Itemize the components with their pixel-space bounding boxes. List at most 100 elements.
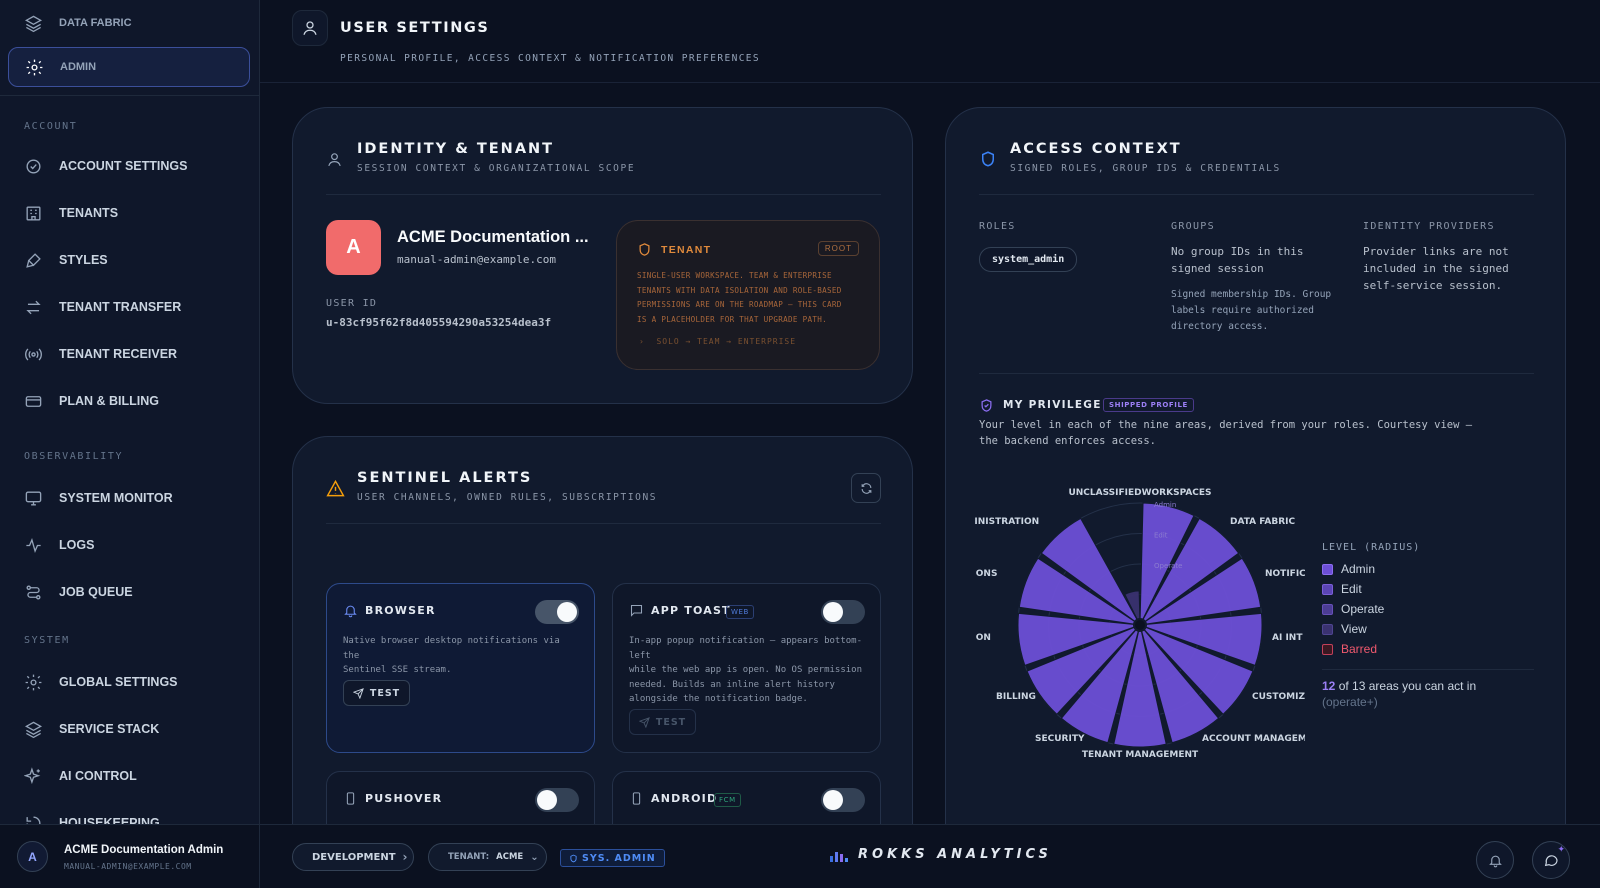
environment-selector[interactable]: DEVELOPMENT › bbox=[292, 843, 414, 871]
profile-name: ACME Documentation ... bbox=[397, 228, 589, 246]
sidebar-item-tenant-receiver[interactable]: TENANT RECEIVER bbox=[8, 334, 250, 374]
sidebar-item-plan-billing[interactable]: PLAN & BILLING bbox=[8, 381, 250, 421]
pushover-toggle[interactable] bbox=[535, 788, 579, 812]
toggle-knob bbox=[823, 790, 843, 810]
axis-label: UNCLASSIFIEDWORKSPACES bbox=[1068, 488, 1211, 498]
idp-line: Provider links are not bbox=[1363, 245, 1509, 258]
user-icon bbox=[328, 153, 341, 167]
sidebar-item-ai-control[interactable]: AI CONTROL bbox=[8, 756, 250, 796]
groups-line: No group IDs in this bbox=[1171, 245, 1304, 258]
sidebar-item-label: TENANT TRANSFER bbox=[59, 300, 182, 314]
legend-label: Barred bbox=[1341, 642, 1378, 656]
legend-swatch bbox=[1322, 583, 1333, 595]
bottom-bar: DEVELOPMENT › TENANT: ACME ⌄ SYS. ADMIN … bbox=[260, 824, 1600, 888]
bell-icon bbox=[344, 605, 357, 618]
notifications-button[interactable] bbox=[1476, 841, 1514, 879]
sidebar-item-global-settings[interactable]: GLOBAL SETTINGS bbox=[8, 662, 250, 702]
sidebar-item-data-fabric[interactable]: DATA FABRIC bbox=[8, 3, 250, 43]
sidebar-item-label: PLAN & BILLING bbox=[59, 394, 159, 408]
warning-icon bbox=[326, 479, 345, 497]
divider bbox=[326, 194, 881, 195]
sidebar-item-account-settings[interactable]: ACCOUNT SETTINGS bbox=[8, 146, 250, 186]
legend-item-barred: Barred bbox=[1322, 642, 1377, 656]
refresh-button[interactable] bbox=[851, 473, 881, 503]
sidebar-item-tenants[interactable]: TENANTS bbox=[8, 193, 250, 233]
test-button[interactable]: TEST bbox=[343, 680, 410, 706]
channel-title: BROWSER bbox=[365, 604, 436, 617]
sidebar-item-label: TENANTS bbox=[59, 206, 119, 220]
test-label: TEST bbox=[655, 716, 687, 728]
workflow-icon bbox=[26, 584, 41, 600]
privilege-desc-line: Your level in each of the nine areas, de… bbox=[979, 419, 1473, 431]
user-id-label: USER ID bbox=[326, 298, 378, 309]
channel-title: ANDROID bbox=[651, 792, 718, 805]
sparkles-icon bbox=[24, 766, 41, 784]
tenant-label: TENANT: bbox=[448, 852, 490, 862]
axis-label: NOTIFIC bbox=[1265, 569, 1305, 579]
sidebar-user-footer[interactable]: A ACME Documentation Admin MANUAL-ADMIN@… bbox=[0, 824, 259, 888]
tenant-card: TENANT ROOT SINGLE-USER WORKSPACE. TEAM … bbox=[616, 220, 880, 370]
idp-line: self-service session. bbox=[1363, 279, 1503, 292]
privilege-title: MY PRIVILEGE bbox=[1003, 399, 1102, 411]
legend-title: LEVEL (RADIUS) bbox=[1322, 542, 1421, 553]
refresh-icon bbox=[861, 482, 871, 494]
shield-icon bbox=[639, 243, 650, 256]
profile-email: manual-admin@example.com bbox=[397, 253, 556, 266]
channel-app-toast: APP TOAST WEB In-app popup notification … bbox=[612, 583, 881, 753]
chat-button[interactable]: ✦ bbox=[1532, 841, 1570, 879]
card-subtitle: SIGNED ROLES, GROUP IDS & CREDENTIALS bbox=[1010, 163, 1281, 174]
avatar: A bbox=[17, 841, 48, 872]
groups-note-line: labels require authorized bbox=[1171, 305, 1314, 316]
sidebar-item-admin[interactable]: ADMIN bbox=[8, 47, 250, 87]
browser-toggle[interactable] bbox=[535, 600, 579, 624]
toggle-knob bbox=[537, 790, 557, 810]
shield-check-icon bbox=[981, 399, 992, 412]
android-toggle[interactable] bbox=[821, 788, 865, 812]
tenant-line: IS A PLACEHOLDER FOR THAT UPGRADE PATH. bbox=[637, 314, 828, 324]
shield-icon bbox=[570, 854, 577, 862]
page-header: USER SETTINGS PERSONAL PROFILE, ACCESS C… bbox=[260, 0, 1600, 83]
groups-label: GROUPS bbox=[1171, 221, 1215, 232]
sidebar-item-service-stack[interactable]: SERVICE STACK bbox=[8, 709, 250, 749]
sidebar-item-logs[interactable]: LOGS bbox=[8, 525, 250, 565]
tick-label: Edit bbox=[1154, 532, 1168, 540]
tenant-upgrade-path: › SOLO → TEAM → ENTERPRISE bbox=[639, 337, 796, 346]
gear-icon bbox=[25, 674, 42, 690]
section-label-observability: OBSERVABILITY bbox=[24, 451, 124, 462]
channel-title: APP TOAST bbox=[651, 604, 731, 617]
sidebar-item-label: STYLES bbox=[59, 253, 108, 267]
sidebar: DATA FABRIC ADMIN ACCOUNT ACCOUNT SETTIN… bbox=[0, 0, 260, 888]
fcm-badge: FCM bbox=[714, 793, 741, 807]
sidebar-item-tenant-transfer[interactable]: TENANT TRANSFER bbox=[8, 287, 250, 327]
toggle-knob bbox=[823, 602, 843, 622]
brand-name: ROKKS ANALYTICS bbox=[858, 847, 1052, 862]
card-title: ACCESS CONTEXT bbox=[1010, 141, 1182, 157]
card-title: IDENTITY & TENANT bbox=[357, 141, 555, 157]
test-button[interactable]: TEST bbox=[629, 709, 696, 735]
sidebar-item-system-monitor[interactable]: SYSTEM MONITOR bbox=[8, 478, 250, 518]
gear-icon bbox=[26, 59, 43, 75]
upgrade-path-text: SOLO → TEAM → ENTERPRISE bbox=[656, 337, 797, 346]
sidebar-item-job-queue[interactable]: JOB QUEUE bbox=[8, 572, 250, 612]
legend-item-operate: Operate bbox=[1322, 602, 1384, 616]
legend-label: Edit bbox=[1341, 582, 1362, 596]
layers-icon bbox=[24, 15, 43, 32]
user-name: ACME Documentation Admin bbox=[64, 844, 224, 856]
groups-note-line: directory access. bbox=[1171, 321, 1269, 332]
toggle-knob bbox=[557, 602, 577, 622]
divider bbox=[326, 523, 881, 524]
role-badge: SYS. ADMIN bbox=[560, 849, 665, 867]
legend-swatch bbox=[1322, 623, 1333, 635]
axis-label: CUSTOMIZ bbox=[1252, 692, 1305, 702]
app-toast-toggle[interactable] bbox=[821, 600, 865, 624]
groups-text: No group IDs in this signed session bbox=[1171, 243, 1303, 277]
sidebar-item-label: JOB QUEUE bbox=[59, 585, 133, 599]
tenant-selector[interactable]: TENANT: ACME ⌄ bbox=[428, 843, 547, 871]
axis-label: DMINISTRATION bbox=[975, 517, 1039, 527]
tenant-value: ACME bbox=[496, 852, 524, 862]
sidebar-item-styles[interactable]: STYLES bbox=[8, 240, 250, 280]
tenant-line: PERMISSIONS ARE ON THE ROADMAP — THIS CA… bbox=[637, 300, 842, 309]
divider bbox=[1322, 669, 1534, 670]
tenant-description: SINGLE-USER WORKSPACE. TEAM & ENTERPRISE… bbox=[637, 269, 842, 327]
areas-count-number: 12 bbox=[1322, 679, 1336, 693]
